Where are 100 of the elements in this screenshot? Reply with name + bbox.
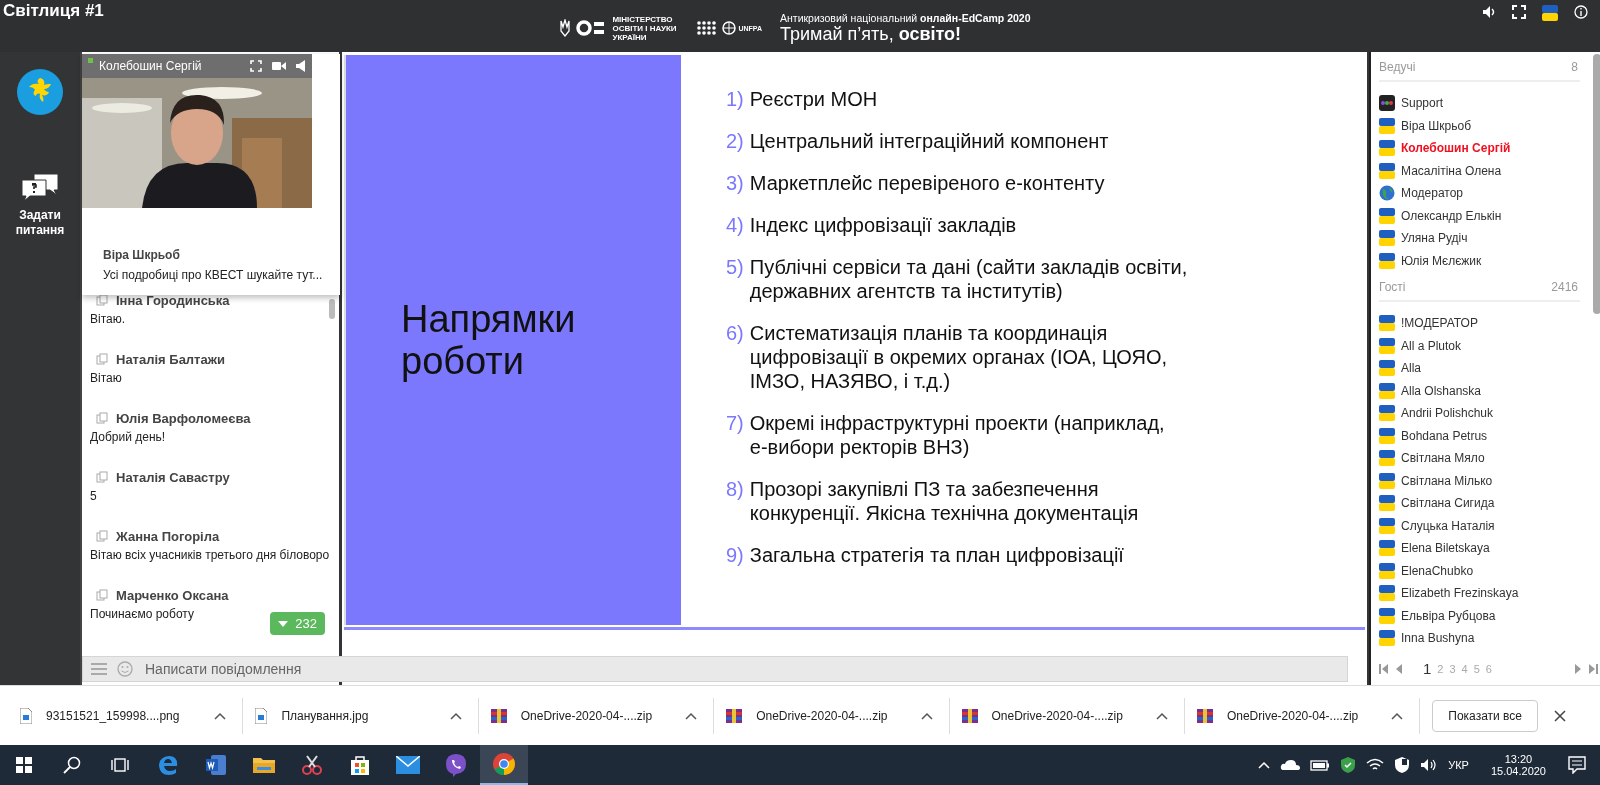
message-input-field[interactable]: Написати повідомлення bbox=[143, 660, 547, 678]
participant-name[interactable]: Andrii Polishchuk bbox=[1401, 406, 1494, 421]
participant-name[interactable]: Elena Biletskaya bbox=[1401, 541, 1490, 556]
participant-name[interactable]: Bohdana Petrus bbox=[1401, 428, 1488, 443]
chevron-up-icon[interactable] bbox=[920, 711, 933, 720]
archive-file-icon[interactable] bbox=[1196, 707, 1213, 724]
clock-time[interactable]: 13:20 bbox=[1504, 753, 1533, 765]
chevron-up-icon[interactable] bbox=[685, 711, 698, 720]
participant-name[interactable]: Слуцька Наталія bbox=[1401, 518, 1495, 533]
participant-name[interactable]: Олександр Елькін bbox=[1401, 208, 1502, 223]
last-page-icon[interactable] bbox=[1588, 663, 1598, 674]
slide-item-text: Систематизація планів та координація цифровізації в окремих органах (ІОА, ЦОЯО, ІМЗО, НАЗЯВО, і т.д.) bbox=[749, 321, 1168, 393]
flag-icon bbox=[1379, 337, 1395, 354]
flag-icon bbox=[1379, 252, 1395, 269]
next-page-icon[interactable] bbox=[1574, 663, 1582, 674]
flag-icon bbox=[1379, 162, 1395, 179]
clock-date[interactable]: 15.04.2020 bbox=[1490, 765, 1546, 777]
participant-name[interactable]: Світлана Сигида bbox=[1401, 496, 1495, 511]
participant-name[interactable]: Колебошин Сергій bbox=[1401, 141, 1511, 156]
cloud-icon[interactable] bbox=[1280, 759, 1301, 771]
participant-name[interactable]: Віра Шкрьоб bbox=[1401, 118, 1472, 133]
participant-name[interactable]: Масалітіна Олена bbox=[1401, 163, 1502, 178]
download-filename[interactable]: OneDrive-2020-04-....zip bbox=[991, 708, 1142, 723]
participant-name[interactable]: Світлана Мілько bbox=[1401, 473, 1493, 488]
flag-icon bbox=[1379, 607, 1395, 624]
archive-file-icon[interactable] bbox=[490, 707, 507, 724]
chevron-up-icon[interactable] bbox=[214, 711, 227, 720]
first-page-icon[interactable] bbox=[1379, 663, 1389, 674]
pinned-message: Усі подробиці про КВЕСТ шукайте тут... bbox=[103, 268, 324, 282]
slide-item-text: Індекс цифровізації закладів bbox=[749, 213, 1017, 237]
scrollbar-thumb[interactable] bbox=[1593, 54, 1600, 314]
participant-name[interactable]: Юлія Мєлєжик bbox=[1401, 253, 1482, 268]
flag-icon bbox=[1379, 540, 1395, 557]
participant-name[interactable]: !МОДЕРАТОР bbox=[1401, 316, 1478, 331]
download-filename[interactable]: Планування.jpg bbox=[281, 708, 436, 723]
show-all-button[interactable]: Показати все bbox=[1432, 699, 1538, 732]
chrome-icon[interactable] bbox=[480, 745, 528, 785]
archive-file-icon[interactable] bbox=[726, 707, 743, 724]
archive-file-icon[interactable] bbox=[961, 707, 978, 724]
battery-icon[interactable] bbox=[1310, 759, 1331, 771]
slide-item-text: Прозорі закупівлі ПЗ та забезпечення конкуренції. Якісна технічна документація bbox=[749, 477, 1139, 525]
page-link[interactable]: 1 bbox=[1423, 660, 1432, 677]
section-count: 2416 bbox=[1551, 280, 1578, 294]
wifi-icon[interactable] bbox=[1366, 758, 1385, 772]
participant-name[interactable]: Alla Olshanska bbox=[1401, 383, 1482, 398]
chevron-up-icon[interactable] bbox=[1391, 711, 1404, 720]
participant-name[interactable]: Elizabeth Frezinskaya bbox=[1401, 586, 1519, 601]
download-filename[interactable]: OneDrive-2020-04-....zip bbox=[756, 708, 907, 723]
flag-icon bbox=[1379, 495, 1395, 512]
download-filename[interactable]: OneDrive-2020-04-....zip bbox=[1226, 708, 1378, 723]
participant-name[interactable]: Support bbox=[1401, 96, 1444, 111]
image-file-icon[interactable] bbox=[255, 707, 268, 724]
slide-item-text: Маркетплейс перевіреного е-контенту bbox=[749, 171, 1105, 195]
pinned-author: Віра Шкрьоб bbox=[103, 248, 181, 262]
close-icon[interactable] bbox=[1554, 709, 1566, 722]
scrollbar-thumb[interactable] bbox=[329, 299, 335, 319]
ask-question-button[interactable]: Задати питання bbox=[10, 172, 70, 238]
flag-icon[interactable] bbox=[1542, 5, 1558, 21]
flag-icon bbox=[1379, 585, 1395, 602]
shield-icon[interactable] bbox=[1394, 756, 1411, 774]
participant-name[interactable]: Inna Bushyna bbox=[1401, 631, 1475, 646]
chevron-up-icon[interactable] bbox=[449, 711, 462, 720]
camera-icon[interactable] bbox=[272, 61, 286, 71]
image-file-icon[interactable] bbox=[20, 707, 32, 724]
previous-page-icon[interactable] bbox=[1395, 663, 1403, 674]
chevron-up-icon[interactable] bbox=[1155, 711, 1168, 720]
flag-icon bbox=[1379, 382, 1395, 399]
notifications-icon[interactable] bbox=[1568, 756, 1586, 774]
slide-item-text: Окремі інфраструктурні проекти (наприклад, е-вибори ректорів ВНЗ) bbox=[749, 411, 1165, 459]
flag-icon bbox=[1379, 427, 1395, 444]
app-logo-icon[interactable] bbox=[16, 68, 64, 116]
slide-item-text: Центральний інтеграційний компонент bbox=[749, 129, 1109, 153]
participant-name[interactable]: Ельвіра Рубцова bbox=[1401, 608, 1496, 623]
message-text: Починаємо роботу bbox=[90, 607, 195, 621]
item-number: 4) bbox=[726, 213, 744, 237]
volume-icon[interactable] bbox=[1420, 758, 1439, 772]
info-icon[interactable] bbox=[1574, 5, 1588, 21]
message-text: Добрий день! bbox=[90, 430, 167, 444]
participant-name[interactable]: Alla bbox=[1401, 361, 1421, 376]
download-filename[interactable]: OneDrive-2020-04-....zip bbox=[520, 708, 672, 723]
message-author: Наталія Балтажи bbox=[116, 351, 225, 367]
message-author: Наталія Савастру bbox=[116, 469, 230, 485]
participant-name[interactable]: Модератор bbox=[1401, 186, 1463, 201]
section-count: 8 bbox=[1571, 60, 1578, 74]
participant-name[interactable]: Світлана Мяло bbox=[1401, 451, 1485, 466]
fullscreen-icon[interactable] bbox=[1512, 5, 1526, 21]
participant-name[interactable]: All a Plutok bbox=[1401, 338, 1462, 353]
message-author: Юлія Варфоломеєва bbox=[116, 410, 251, 426]
message-text: Вітаю bbox=[90, 371, 123, 385]
flag-icon bbox=[1379, 405, 1395, 422]
language-indicator[interactable]: УКР bbox=[1448, 759, 1469, 771]
item-number: 9) bbox=[726, 543, 744, 567]
participant-name[interactable]: Уляна Рудіч bbox=[1401, 231, 1468, 246]
participant-name[interactable]: ElenaChubko bbox=[1401, 563, 1474, 578]
download-filename[interactable]: 93151521_159998....png bbox=[46, 708, 201, 723]
ministry-name: МІНІСТЕРСТВО ОСВІТИ І НАУКИ УКРАЇНИ bbox=[612, 14, 678, 42]
shield-icon[interactable] bbox=[1340, 756, 1357, 774]
globe-icon bbox=[722, 21, 737, 35]
event-tagline: Антикризовий національний онлайн-EdCamp 2020 bbox=[780, 12, 1031, 24]
speaker-icon[interactable] bbox=[296, 60, 306, 72]
